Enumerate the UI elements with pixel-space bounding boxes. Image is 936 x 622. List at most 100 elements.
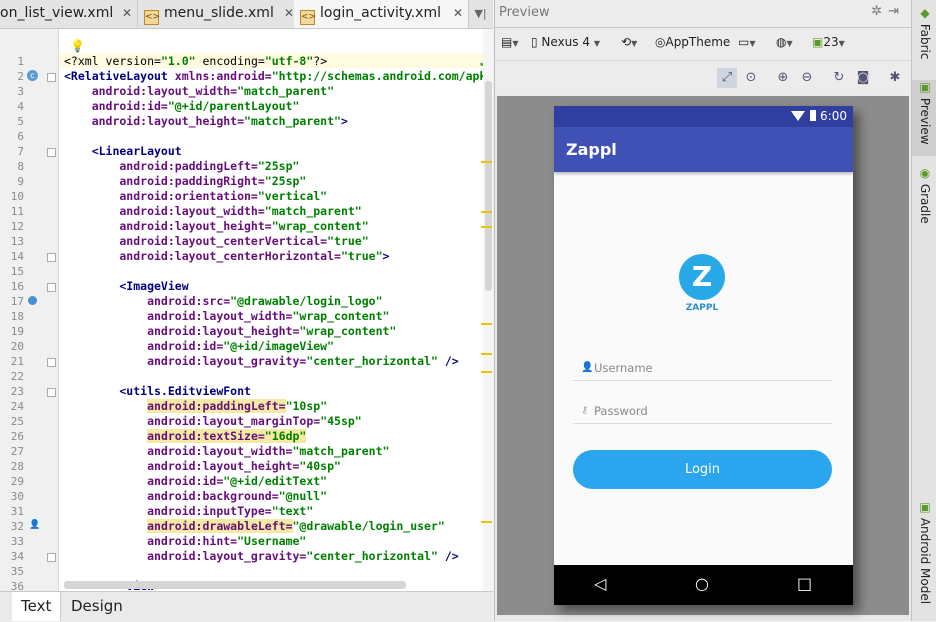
fold-marker[interactable] — [47, 148, 56, 157]
code-line[interactable]: android:src="@drawable/login_logo" — [64, 294, 382, 309]
side-tab-preview[interactable]: ▣ Preview — [912, 80, 936, 156]
fold-marker[interactable] — [47, 253, 56, 262]
code-line[interactable]: <RelativeLayout xmlns:android="http://sc… — [64, 69, 486, 84]
code-line[interactable]: android:layout_width="match_parent" — [64, 444, 389, 459]
code-line[interactable]: android:orientation="vertical" — [64, 189, 327, 204]
code-line[interactable]: android:id="@+id/imageView" — [64, 339, 334, 354]
code-line[interactable]: android:drawableLeft="@drawable/login_us… — [64, 519, 445, 534]
theme-icon: ◎ — [655, 35, 666, 49]
code-token: <RelativeLayout — [64, 69, 175, 83]
hide-icon[interactable]: ⇥ — [888, 4, 905, 19]
code-line[interactable]: android:layout_gravity="center_horizonta… — [64, 354, 459, 369]
warning-marker[interactable] — [481, 226, 492, 228]
orientation-dropdown[interactable]: ⟲▼ — [621, 35, 637, 49]
fold-marker[interactable] — [47, 553, 56, 562]
lightbulb-icon[interactable]: 💡 — [70, 39, 85, 53]
side-tab-fabric[interactable]: ◆ Fabric — [912, 6, 936, 66]
username-field[interactable]: 👤 Username — [573, 356, 832, 381]
warning-marker[interactable] — [481, 211, 492, 213]
code-token: "text" — [271, 504, 314, 518]
code-token: "45sp" — [320, 414, 362, 428]
image-gutter-icon[interactable] — [28, 296, 37, 305]
tab-list-menu-icon[interactable]: ▼| — [468, 0, 493, 27]
warning-marker[interactable] — [481, 353, 492, 355]
tab-text[interactable]: Text — [12, 592, 62, 621]
back-icon[interactable]: ◁ — [594, 574, 606, 593]
code-line[interactable]: android:layout_gravity="center_horizonta… — [64, 549, 459, 564]
recents-icon[interactable]: □ — [797, 574, 812, 593]
warning-marker[interactable] — [481, 161, 492, 163]
code-line[interactable]: <?xml version="1.0" encoding="utf-8"?> — [64, 54, 327, 69]
code-line[interactable]: android:hint="Username" — [64, 534, 306, 549]
code-token: "match_parent" — [237, 84, 335, 98]
tab-design[interactable]: Design — [62, 592, 132, 621]
api-dropdown[interactable]: ▣23▼ — [812, 35, 845, 49]
code-line[interactable]: android:layout_height="wrap_content" — [64, 219, 368, 234]
code-line[interactable]: <ImageView — [64, 279, 188, 294]
code-line[interactable]: android:layout_height="match_parent"> — [64, 114, 348, 129]
code-line[interactable]: android:layout_centerVertical="true" — [64, 234, 368, 249]
close-icon[interactable]: ✕ — [453, 0, 463, 27]
code-line[interactable]: android:paddingLeft="10sp" — [64, 399, 327, 414]
warning-marker[interactable] — [481, 371, 492, 373]
code-token: android:layout_gravity= — [64, 354, 307, 368]
tab-menu-slide[interactable]: <> menu_slide.xml ✕ — [138, 0, 300, 27]
zoom-fit-icon[interactable]: ⤢ — [717, 68, 737, 88]
horizontal-scrollbar[interactable] — [64, 581, 406, 589]
chevron-down-icon: ▼ — [512, 39, 519, 48]
code-token: "10sp" — [285, 399, 328, 413]
code-line[interactable]: android:layout_height="40sp" — [64, 459, 341, 474]
code-line[interactable]: android:id="@+id/parentLayout" — [64, 99, 300, 114]
zoom-out-icon[interactable]: ⊖ — [797, 68, 817, 88]
code-line[interactable]: android:inputType="text" — [64, 504, 313, 519]
zoom-in-icon[interactable]: ⊕ — [773, 68, 793, 88]
side-tab-gradle[interactable]: ◉ Gradle — [912, 166, 936, 232]
close-icon[interactable]: ✕ — [284, 0, 294, 27]
fold-marker[interactable] — [47, 73, 56, 82]
fold-marker[interactable] — [47, 283, 56, 292]
warning-marker[interactable] — [481, 323, 492, 325]
fold-marker[interactable] — [47, 388, 56, 397]
warning-marker[interactable] — [481, 521, 492, 523]
activity-dropdown[interactable]: ▭▼ — [738, 35, 756, 49]
code-token: android:drawableLeft= — [147, 519, 293, 533]
password-field[interactable]: ⚷ Password — [573, 399, 832, 424]
code-line[interactable]: android:layout_width="wrap_content" — [64, 309, 389, 324]
login-button[interactable]: Login — [573, 450, 832, 489]
code-line[interactable]: android:paddingRight="25sp" — [64, 174, 306, 189]
device-dropdown[interactable]: ▯ Nexus 4 ▼ — [531, 35, 600, 49]
code-line[interactable]: android:paddingLeft="25sp" — [64, 159, 299, 174]
code-line[interactable]: android:id="@+id/editText" — [64, 474, 327, 489]
refresh-icon[interactable]: ↻ — [829, 68, 849, 88]
scroll-thumb[interactable] — [485, 81, 492, 291]
camera-icon[interactable]: ◙ — [853, 68, 873, 88]
code-line[interactable]: android:layout_width="match_parent" — [64, 204, 361, 219]
class-icon[interactable]: c — [27, 70, 38, 81]
locale-dropdown[interactable]: ◍▼ — [776, 35, 793, 49]
code-line[interactable]: android:layout_width="match_parent" — [64, 84, 334, 99]
code-line[interactable]: android:layout_centerHorizontal="true"> — [64, 249, 389, 264]
tab-login-activity[interactable]: <> login_activity.xml ✕ — [294, 0, 469, 28]
gear-icon[interactable]: ✱ — [885, 68, 905, 88]
chevron-down-icon: ▼ — [631, 39, 638, 48]
status-bar: 6:00 — [554, 106, 853, 127]
code-line[interactable]: android:layout_height="wrap_content" — [64, 324, 396, 339]
settings-icon[interactable]: ✲ — [871, 4, 888, 19]
vertical-scrollbar[interactable] — [481, 29, 493, 591]
code-editor[interactable]: 1 2 3 4 5 6 7 8 9 10 11 12 13 14 15 16 17 18 19 20 21 22 23 24 2… — [0, 29, 493, 591]
code-line[interactable]: android:layout_marginTop="45sp" — [64, 414, 362, 429]
code-line[interactable]: android:textSize="16dp" — [64, 429, 307, 444]
code-line[interactable]: <LinearLayout — [64, 144, 182, 159]
home-icon[interactable]: ○ — [695, 574, 709, 593]
code-line[interactable]: <utils.EditviewFont — [64, 384, 251, 399]
code-line[interactable]: android:background="@null" — [64, 489, 327, 504]
tab-on-list-view[interactable]: on_list_view.xml ✕ — [0, 0, 138, 27]
zoom-actual-icon[interactable]: ⊙ — [741, 68, 761, 88]
design-surface-dropdown[interactable]: ▤▼ — [501, 35, 519, 49]
code-token: "@drawable/login_user" — [292, 519, 445, 533]
theme-button[interactable]: ◎AppTheme — [655, 35, 730, 49]
fold-marker[interactable] — [47, 358, 56, 367]
side-tab-android-model[interactable]: ▣ Android Model — [912, 500, 936, 612]
preview-canvas[interactable]: 6:00 Zappl Z ZAPPL 👤 Username ⚷ Password… — [497, 96, 909, 615]
close-icon[interactable]: ✕ — [122, 0, 132, 27]
